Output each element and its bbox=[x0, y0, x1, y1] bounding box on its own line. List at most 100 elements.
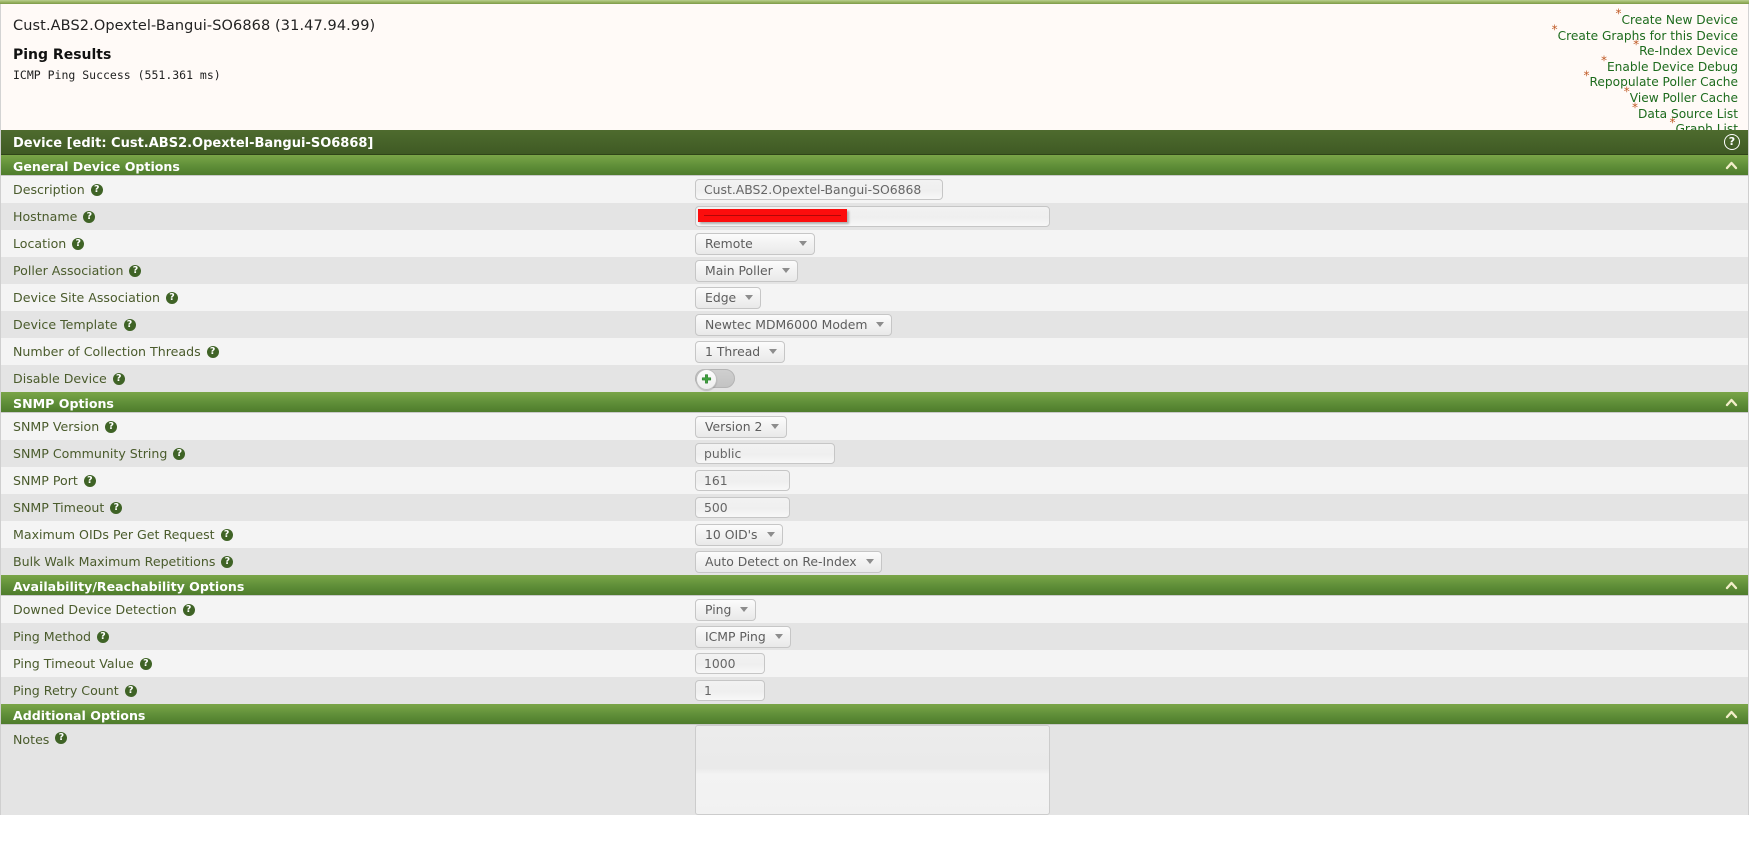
field-disable-device bbox=[695, 369, 1748, 390]
label-snmp-community: SNMP Community String ? bbox=[1, 446, 695, 461]
chevron-down-icon bbox=[745, 295, 754, 300]
label-poller-association: Poller Association ? bbox=[1, 263, 695, 278]
field-row-device-site-association: Device Site Association ? Edge bbox=[1, 284, 1748, 311]
data-source-list-link[interactable]: Data Source List bbox=[1638, 107, 1738, 121]
chevron-up-icon[interactable] bbox=[1725, 396, 1738, 409]
help-icon[interactable]: ? bbox=[165, 291, 178, 304]
field-row-ping-timeout: Ping Timeout Value ? bbox=[1, 650, 1748, 677]
panel-title-bar: Device [edit: Cust.ABS2.Opextel-Bangui-S… bbox=[1, 130, 1748, 155]
field-location: Remote bbox=[695, 232, 1748, 255]
field-ping-retry bbox=[695, 680, 1748, 701]
label-text: SNMP Version bbox=[13, 419, 100, 434]
collection-threads-select[interactable]: 1 Thread bbox=[695, 340, 786, 363]
help-icon[interactable]: ? bbox=[112, 372, 125, 385]
create-new-device-link[interactable]: Create New Device bbox=[1621, 13, 1738, 27]
label-ping-timeout: Ping Timeout Value ? bbox=[1, 656, 695, 671]
section-header-availability[interactable]: Availability/Reachability Options bbox=[1, 575, 1748, 596]
device-template-select[interactable]: Newtec MDM6000 Modem bbox=[695, 313, 893, 336]
field-row-poller-association: Poller Association ? Main Poller bbox=[1, 257, 1748, 284]
field-collection-threads: 1 Thread bbox=[695, 340, 1748, 363]
help-icon[interactable]: ? bbox=[182, 603, 195, 616]
chevron-up-icon[interactable] bbox=[1725, 579, 1738, 592]
field-max-oids: 10 OID's bbox=[695, 523, 1748, 546]
snmp-timeout-input[interactable] bbox=[695, 497, 790, 518]
help-icon[interactable]: ? bbox=[139, 657, 152, 670]
help-icon[interactable]: ? bbox=[55, 732, 68, 744]
label-text: Description bbox=[13, 182, 85, 197]
help-icon[interactable]: ? bbox=[83, 474, 96, 487]
device-edit-panel: Device [edit: Cust.ABS2.Opextel-Bangui-S… bbox=[0, 130, 1749, 815]
disable-device-toggle[interactable] bbox=[695, 369, 735, 390]
field-row-disable-device: Disable Device ? bbox=[1, 365, 1748, 392]
hostname-wrapper bbox=[695, 206, 1050, 227]
label-text: Maximum OIDs Per Get Request bbox=[13, 527, 215, 542]
help-icon[interactable]: ? bbox=[220, 528, 233, 541]
ping-retry-input[interactable] bbox=[695, 680, 765, 701]
section-header-general[interactable]: General Device Options bbox=[1, 155, 1748, 176]
action-link-row[interactable]: *Re-Index Device bbox=[1552, 39, 1738, 59]
label-max-oids: Maximum OIDs Per Get Request ? bbox=[1, 527, 695, 542]
field-row-device-template: Device Template ? Newtec MDM6000 Modem bbox=[1, 311, 1748, 338]
repopulate-poller-cache-link[interactable]: Repopulate Poller Cache bbox=[1589, 75, 1738, 90]
location-select[interactable]: Remote bbox=[695, 232, 815, 255]
label-downed-detection: Downed Device Detection ? bbox=[1, 602, 695, 617]
action-link-row[interactable]: *Repopulate Poller Cache bbox=[1552, 70, 1738, 90]
snmp-version-select[interactable]: Version 2 bbox=[695, 415, 788, 438]
bulk-walk-select[interactable]: Auto Detect on Re-Index bbox=[695, 550, 882, 573]
view-poller-cache-link[interactable]: View Poller Cache bbox=[1630, 91, 1738, 105]
help-icon[interactable]: ? bbox=[90, 183, 103, 196]
action-link-row[interactable]: *Data Source List bbox=[1552, 101, 1738, 122]
field-snmp-version: Version 2 bbox=[695, 415, 1748, 438]
label-text: Ping Retry Count bbox=[13, 683, 119, 698]
section-title-additional: Additional Options bbox=[13, 708, 146, 723]
section-title-availability: Availability/Reachability Options bbox=[13, 579, 245, 594]
label-device-template: Device Template ? bbox=[1, 317, 695, 332]
label-disable-device: Disable Device ? bbox=[1, 371, 695, 386]
snmp-community-input[interactable] bbox=[695, 443, 835, 464]
help-icon[interactable]: ? bbox=[123, 318, 136, 331]
description-input[interactable] bbox=[695, 179, 943, 200]
action-link-row[interactable]: *Create Graphs for this Device bbox=[1552, 23, 1738, 44]
help-icon[interactable]: ? bbox=[105, 420, 118, 433]
redaction-overlay bbox=[698, 209, 847, 222]
action-link-row[interactable]: *Create New Device bbox=[1552, 8, 1738, 28]
help-icon[interactable]: ? bbox=[129, 264, 142, 277]
help-icon[interactable]: ? bbox=[110, 501, 123, 514]
chevron-up-icon[interactable] bbox=[1725, 708, 1738, 721]
action-link-row[interactable]: *View Poller Cache bbox=[1552, 86, 1738, 106]
help-icon[interactable]: ? bbox=[206, 345, 219, 358]
max-oids-select[interactable]: 10 OID's bbox=[695, 523, 783, 546]
ping-timeout-input[interactable] bbox=[695, 653, 765, 674]
create-graphs-link[interactable]: Create Graphs for this Device bbox=[1558, 29, 1738, 43]
label-text: Ping Method bbox=[13, 629, 92, 644]
chevron-up-icon[interactable] bbox=[1725, 159, 1738, 172]
notes-textarea[interactable] bbox=[695, 725, 1050, 815]
snmp-port-input[interactable] bbox=[695, 470, 790, 491]
help-icon[interactable]: ? bbox=[221, 555, 234, 568]
section-title-general: General Device Options bbox=[13, 159, 180, 174]
help-icon[interactable]: ? bbox=[97, 630, 110, 643]
field-notes bbox=[695, 725, 1748, 815]
section-header-snmp[interactable]: SNMP Options bbox=[1, 392, 1748, 413]
enable-device-debug-link[interactable]: Enable Device Debug bbox=[1607, 60, 1738, 74]
field-row-collection-threads: Number of Collection Threads ? 1 Thread bbox=[1, 338, 1748, 365]
chevron-down-icon bbox=[771, 424, 780, 429]
help-icon[interactable]: ? bbox=[173, 447, 186, 460]
label-device-site-association: Device Site Association ? bbox=[1, 290, 695, 305]
ping-method-select[interactable]: ICMP Ping bbox=[695, 625, 791, 648]
help-icon[interactable]: ? bbox=[83, 210, 96, 223]
ping-method-select-value: ICMP Ping bbox=[705, 629, 766, 644]
help-icon[interactable]: ? bbox=[1724, 134, 1740, 150]
downed-detection-select[interactable]: Ping bbox=[695, 598, 757, 621]
section-header-additional[interactable]: Additional Options bbox=[1, 704, 1748, 725]
re-index-device-link[interactable]: Re-Index Device bbox=[1639, 44, 1738, 58]
field-row-ping-retry: Ping Retry Count ? bbox=[1, 677, 1748, 704]
label-collection-threads: Number of Collection Threads ? bbox=[1, 344, 695, 359]
field-row-location: Location ? Remote bbox=[1, 230, 1748, 257]
action-link-row[interactable]: *Enable Device Debug bbox=[1552, 54, 1738, 75]
field-device-template: Newtec MDM6000 Modem bbox=[695, 313, 1748, 336]
poller-association-select[interactable]: Main Poller bbox=[695, 259, 798, 282]
help-icon[interactable]: ? bbox=[72, 237, 85, 250]
help-icon[interactable]: ? bbox=[124, 684, 137, 697]
device-site-association-select[interactable]: Edge bbox=[695, 286, 762, 309]
